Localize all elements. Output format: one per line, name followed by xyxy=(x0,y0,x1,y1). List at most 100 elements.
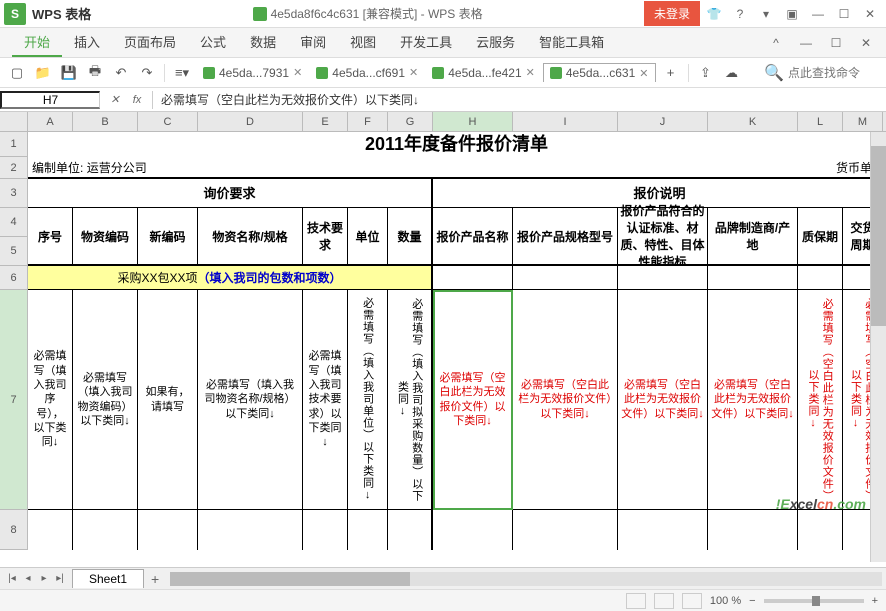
data-cell[interactable]: 必需填写（填入我司拟采购数量）以下类同↓ xyxy=(388,290,433,510)
menu-审阅[interactable]: 审阅 xyxy=(288,28,338,57)
data-cell[interactable]: 必需填写（空白此栏为无效报价文件）以下类同↓ xyxy=(433,290,513,510)
col-header-G[interactable]: G xyxy=(388,112,433,131)
col-header-A[interactable]: A xyxy=(28,112,73,131)
scrollbar-thumb[interactable] xyxy=(170,572,410,586)
column-headers[interactable]: ABCDEFGHIJKLM xyxy=(0,112,886,132)
col-header-F[interactable]: F xyxy=(348,112,388,131)
menu-公式[interactable]: 公式 xyxy=(188,28,238,57)
data-cell[interactable]: 必需填写（空白此栏为无效报价文件）以下类同↓ xyxy=(513,290,618,510)
skin-icon[interactable]: 👕 xyxy=(702,2,726,26)
share-icon[interactable]: ⇪ xyxy=(695,62,717,84)
table-header[interactable]: 数量 xyxy=(388,208,433,266)
table-header[interactable]: 报价产品名称 xyxy=(433,208,513,266)
help-icon[interactable]: ? xyxy=(728,2,752,26)
col-header-L[interactable]: L xyxy=(798,112,843,131)
close-tab-icon[interactable]: ✕ xyxy=(293,66,302,79)
col-header-K[interactable]: K xyxy=(708,112,798,131)
table-header[interactable]: 报价产品规格型号 xyxy=(513,208,618,266)
menu-开始[interactable]: 开始 xyxy=(12,28,62,57)
col-header-B[interactable]: B xyxy=(73,112,138,131)
fx-icon[interactable]: fx xyxy=(128,91,146,109)
new-icon[interactable]: ▢ xyxy=(6,62,28,84)
undo-icon[interactable]: ↶ xyxy=(110,62,132,84)
formula-input[interactable] xyxy=(153,93,886,107)
close-tab-icon[interactable]: ✕ xyxy=(639,67,648,80)
col-header-D[interactable]: D xyxy=(198,112,303,131)
print-icon[interactable]: 🖶 xyxy=(84,62,106,84)
col-header-M[interactable]: M xyxy=(843,112,883,131)
command-search-input[interactable] xyxy=(784,64,874,82)
data-cell[interactable]: 必需填写（填入我司单位）以下类同↓ xyxy=(348,290,388,510)
restore-icon[interactable]: ▣ xyxy=(780,2,804,26)
table-header[interactable]: 物资名称/规格 xyxy=(198,208,303,266)
table-header[interactable]: 报价产品符合的认证标准、材质、特性、目体性能指标 xyxy=(618,208,708,266)
doc-tab[interactable]: 4e5da...c631✕ xyxy=(543,63,656,82)
close-icon[interactable]: ✕ xyxy=(858,2,882,26)
last-sheet-icon[interactable]: ▸| xyxy=(52,571,68,587)
maximize-icon[interactable]: ☐ xyxy=(832,2,856,26)
data-cell[interactable]: 必需填写（空白此栏为无效报价文件）以下类同↓ xyxy=(708,290,798,510)
menu-页面布局[interactable]: 页面布局 xyxy=(112,28,188,57)
menu-云服务[interactable]: 云服务 xyxy=(464,28,527,57)
data-cell[interactable]: 必需填写（填入我司技术要求）以下类同↓ xyxy=(303,290,348,510)
collapse-ribbon-icon[interactable]: ^ xyxy=(764,31,788,55)
row-header-8[interactable]: 8 xyxy=(0,510,28,550)
table-header[interactable]: 序号 xyxy=(28,208,73,266)
add-sheet-icon[interactable]: + xyxy=(144,571,166,587)
data-cell[interactable]: 必需填写（空白此栏为无效报价文件）以下类同↓ xyxy=(618,290,708,510)
data-cell[interactable]: 如果有，请填写 xyxy=(138,290,198,510)
row-header-6[interactable]: 6 xyxy=(0,266,28,290)
vertical-scrollbar[interactable] xyxy=(870,132,886,562)
row-header-4[interactable]: 4 xyxy=(0,208,28,237)
cancel-fx-icon[interactable]: ✕ xyxy=(106,91,124,109)
col-header-J[interactable]: J xyxy=(618,112,708,131)
sheet-tab[interactable]: Sheet1 xyxy=(72,569,144,588)
data-cell[interactable]: 必需填写（填入我司物资编码）以下类同↓ xyxy=(73,290,138,510)
break-view-icon[interactable] xyxy=(682,593,702,609)
dropdown-icon[interactable]: ▾ xyxy=(754,2,778,26)
scrollbar-thumb[interactable] xyxy=(871,146,886,326)
col-header-C[interactable]: C xyxy=(138,112,198,131)
table-header[interactable]: 技术要求 xyxy=(303,208,348,266)
minimize-icon[interactable]: — xyxy=(806,2,830,26)
close-tab-icon[interactable]: ✕ xyxy=(526,66,535,79)
prev-sheet-icon[interactable]: ◂ xyxy=(20,571,36,587)
data-cell[interactable]: 必需填写（空白此栏为无效报价文件）以下类同↓ xyxy=(798,290,843,510)
row-header-5[interactable]: 5 xyxy=(0,237,28,266)
redo-icon[interactable]: ↷ xyxy=(136,62,158,84)
row-headers[interactable]: 12345678 xyxy=(0,132,28,550)
menu-开发工具[interactable]: 开发工具 xyxy=(388,28,464,57)
select-all-corner[interactable] xyxy=(0,112,28,131)
open-icon[interactable]: 📁 xyxy=(32,62,54,84)
close-tab-icon[interactable]: ✕ xyxy=(409,66,418,79)
grid[interactable]: 2011年度备件报价清单 编制单位: 运营分公司 货币单位 询价要求 报价说明 … xyxy=(28,132,886,550)
table-header[interactable]: 新编码 xyxy=(138,208,198,266)
doc-tab[interactable]: 4e5da...fe421✕ xyxy=(426,63,541,82)
data-cell[interactable]: 必需填写（填入我司序号），以下类同↓ xyxy=(28,290,73,510)
window-min-icon[interactable]: — xyxy=(794,31,818,55)
zoom-in-icon[interactable]: + xyxy=(872,595,878,607)
normal-view-icon[interactable] xyxy=(626,593,646,609)
zoom-slider[interactable] xyxy=(764,599,864,603)
row-header-1[interactable]: 1 xyxy=(0,132,28,157)
window-max-icon[interactable]: ☐ xyxy=(824,31,848,55)
data-cell[interactable]: 必需填写（填入我司物资名称/规格）以下类同↓ xyxy=(198,290,303,510)
page-view-icon[interactable] xyxy=(654,593,674,609)
search-icon[interactable]: 🔍 xyxy=(764,63,784,83)
menu-数据[interactable]: 数据 xyxy=(238,28,288,57)
first-sheet-icon[interactable]: |◂ xyxy=(4,571,20,587)
save-icon[interactable]: 💾 xyxy=(58,62,80,84)
wps-menu-icon[interactable]: ≡▾ xyxy=(171,62,193,84)
spreadsheet[interactable]: ABCDEFGHIJKLM 12345678 2011年度备件报价清单 编制单位… xyxy=(0,112,886,582)
table-header[interactable]: 品牌制造商/产地 xyxy=(708,208,798,266)
login-button[interactable]: 未登录 xyxy=(644,1,700,26)
doc-tab[interactable]: 4e5da...cf691✕ xyxy=(310,63,424,82)
col-header-H[interactable]: H xyxy=(433,112,513,131)
row-header-2[interactable]: 2 xyxy=(0,157,28,179)
col-header-I[interactable]: I xyxy=(513,112,618,131)
row-header-7[interactable]: 7 xyxy=(0,290,28,510)
cloud-icon[interactable]: ☁ xyxy=(721,62,743,84)
table-header[interactable]: 质保期 xyxy=(798,208,843,266)
zoom-out-icon[interactable]: − xyxy=(749,595,755,607)
name-box[interactable] xyxy=(0,91,100,109)
